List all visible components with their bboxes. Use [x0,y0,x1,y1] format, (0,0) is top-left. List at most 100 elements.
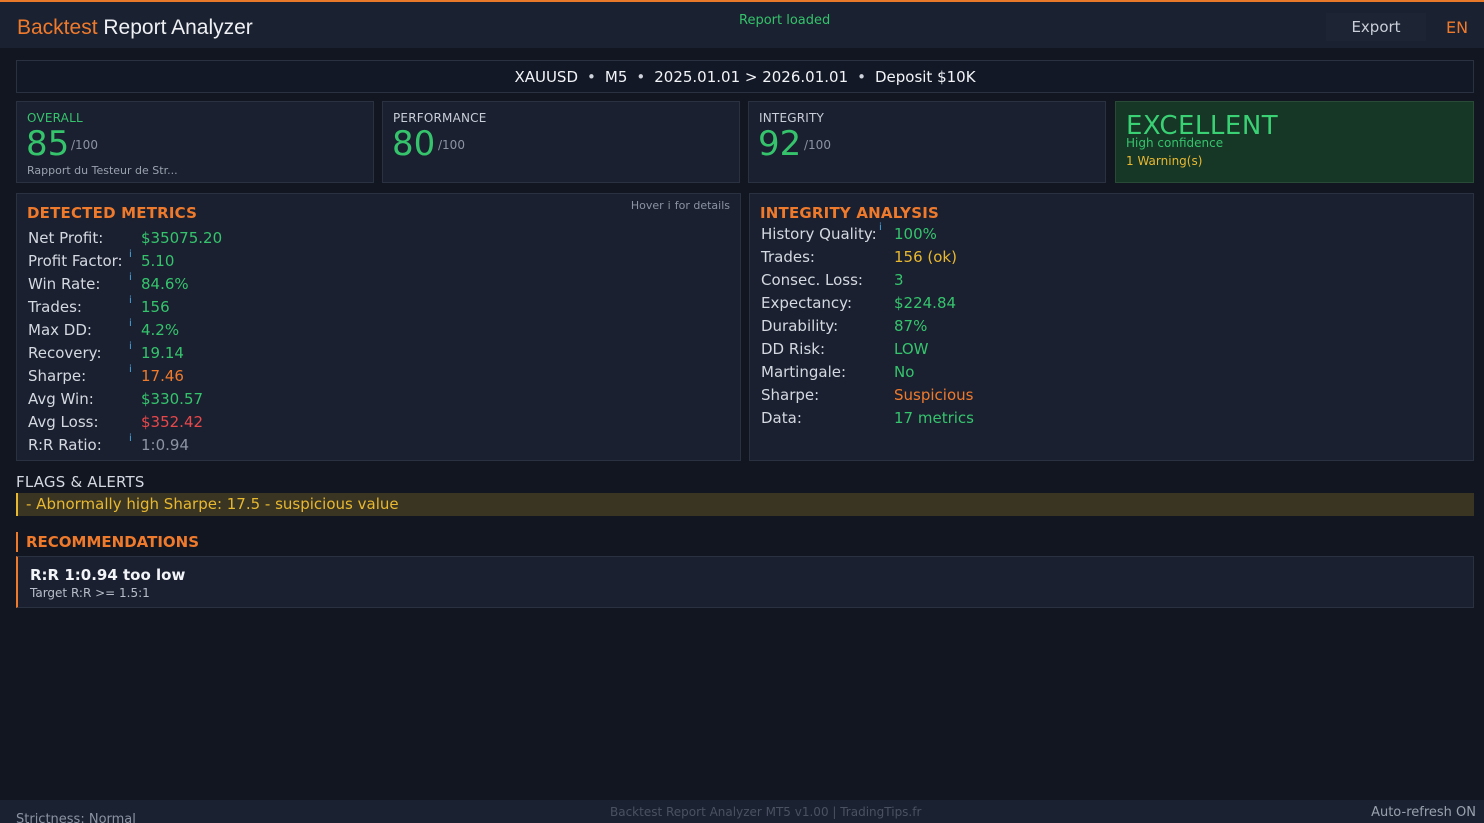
metric-row: Avg Loss: $352.42 [28,413,528,433]
metric-row: Profit Factor: i 5.10 [28,249,528,272]
metric-row: History Quality: i 100% [761,222,1261,245]
metric-value: $352.42 [141,413,204,431]
metric-value: LOW [894,340,929,358]
metric-key: Sharpe: [28,367,87,385]
metric-row: Data: 17 metrics [761,409,1261,429]
metric-row: R:R Ratio: i 1:0.94 [28,433,528,456]
app-window: Backtest Report Analyzer Report loaded E… [0,0,1484,823]
integrity-analysis-panel: INTEGRITY ANALYSIS History Quality: i 100%… [749,193,1474,461]
metric-value: 19.14 [141,344,184,362]
flag-alert-item: - Abnormally high Sharpe: 17.5 - suspici… [16,493,1474,516]
metric-key: Avg Loss: [28,413,99,431]
app-title-rest: Report Analyzer [97,16,253,39]
integrity-analysis-title: INTEGRITY ANALYSIS [760,204,940,222]
performance-max: /100 [438,138,465,152]
metric-row: Sharpe: i 17.46 [28,364,528,387]
metric-value: 4.2% [141,321,180,339]
app-title-accent: Backtest [17,16,98,39]
app-title: Backtest Report Analyzer [17,16,253,40]
metric-value: Suspicious [894,386,974,404]
timeframe: M5 [604,67,628,86]
metric-row: Max DD: i 4.2% [28,318,528,341]
metric-value: 156 [141,298,170,316]
metric-key: Net Profit: [28,229,104,247]
metric-value: 5.10 [141,252,175,270]
version-label: Backtest Report Analyzer MT5 v1.00 | Tra… [610,805,922,819]
metric-value: 100% [894,225,937,243]
recommendations-title: RECOMMENDATIONS [16,532,199,552]
info-icon[interactable]: i [129,364,132,375]
deposit: Deposit $10K [874,67,976,86]
metric-value: 87% [894,317,928,335]
detected-metrics-title: DETECTED METRICS [27,204,198,222]
info-icon[interactable]: i [129,272,132,283]
info-icon[interactable]: i [129,249,132,260]
hint-suffix: for details [674,199,730,212]
metric-row: Avg Win: $330.57 [28,390,528,410]
metric-value: 84.6% [141,275,189,293]
metric-value: $35075.20 [141,229,223,247]
info-icon[interactable]: i [879,222,882,233]
metric-value: 17 metrics [894,409,974,427]
metric-key: R:R Ratio: [28,436,102,454]
metric-key: Recovery: [28,344,102,362]
metric-value: 156 (ok) [894,248,957,266]
metric-value: 3 [894,271,904,289]
language-button[interactable]: EN [1436,13,1478,41]
metric-key: Profit Factor: [28,252,123,270]
metric-row: Net Profit: $35075.20 [28,229,528,249]
detected-metrics-panel: DETECTED METRICS Hover i for details Net P… [16,193,741,461]
export-button[interactable]: Export [1326,13,1426,41]
integrity-max: /100 [804,138,831,152]
metric-key: History Quality: [761,225,877,243]
info-icon: i [667,199,671,212]
strictness-setting[interactable]: Strictness: Normal [16,812,136,823]
metric-value: $330.57 [141,390,204,408]
metric-value: $224.84 [894,294,957,312]
metric-row: Trades: i 156 [28,295,528,318]
metric-row: Durability: 87% [761,317,1261,337]
recommendation-item: R:R 1:0.94 too low Target R:R >= 1.5:1 [16,556,1474,608]
performance-score-card: PERFORMANCE 80 /100 [382,101,740,183]
info-icon[interactable]: i [129,318,132,329]
info-icon[interactable]: i [129,341,132,352]
overall-score: 85 [26,124,70,164]
recommendation-desc: Target R:R >= 1.5:1 [30,586,150,600]
separator: • [587,67,596,86]
metric-row: Martingale: No [761,363,1261,383]
overall-score-card: OVERALL 85 /100 Rapport du Testeur de St… [16,101,374,183]
info-icon[interactable]: i [129,433,132,444]
test-period: 2025.01.01 > 2026.01.01 [654,67,849,86]
verdict-confidence: High confidence [1126,136,1224,150]
metric-key: Sharpe: [761,386,820,404]
metric-key: Expectancy: [761,294,853,312]
metric-row: Recovery: i 19.14 [28,341,528,364]
separator: • [857,67,866,86]
performance-label: PERFORMANCE [393,111,487,125]
metric-value: No [894,363,915,381]
metric-key: Trades: [28,298,82,316]
recommendation-head: R:R 1:0.94 too low [30,566,186,584]
integrity-label: INTEGRITY [759,111,825,125]
report-name: Rapport du Testeur de Str... [27,164,178,177]
flags-alerts-title: FLAGS & ALERTS [16,473,145,491]
integrity-score: 92 [758,124,802,164]
metric-row: Trades: 156 (ok) [761,248,1261,268]
metric-value: 17.46 [141,367,184,385]
footer-bar: Strictness: Normal Backtest Report Analy… [0,800,1484,823]
verdict-warnings: 1 Warning(s) [1126,154,1203,168]
integrity-score-card: INTEGRITY 92 /100 [748,101,1106,183]
metric-key: Data: [761,409,802,427]
info-icon[interactable]: i [129,295,132,306]
overall-label: OVERALL [27,111,83,125]
metric-key: Win Rate: [28,275,101,293]
metric-key: Avg Win: [28,390,94,408]
header-bar: Backtest Report Analyzer Report loaded E… [0,2,1484,48]
hint-prefix: Hover [630,199,664,212]
auto-refresh-toggle[interactable]: Auto-refresh ON [1371,805,1476,820]
metric-row: Expectancy: $224.84 [761,294,1261,314]
metric-key: Trades: [761,248,815,266]
metric-key: Max DD: [28,321,92,339]
metric-key: DD Risk: [761,340,826,358]
metric-value: 1:0.94 [141,436,189,454]
